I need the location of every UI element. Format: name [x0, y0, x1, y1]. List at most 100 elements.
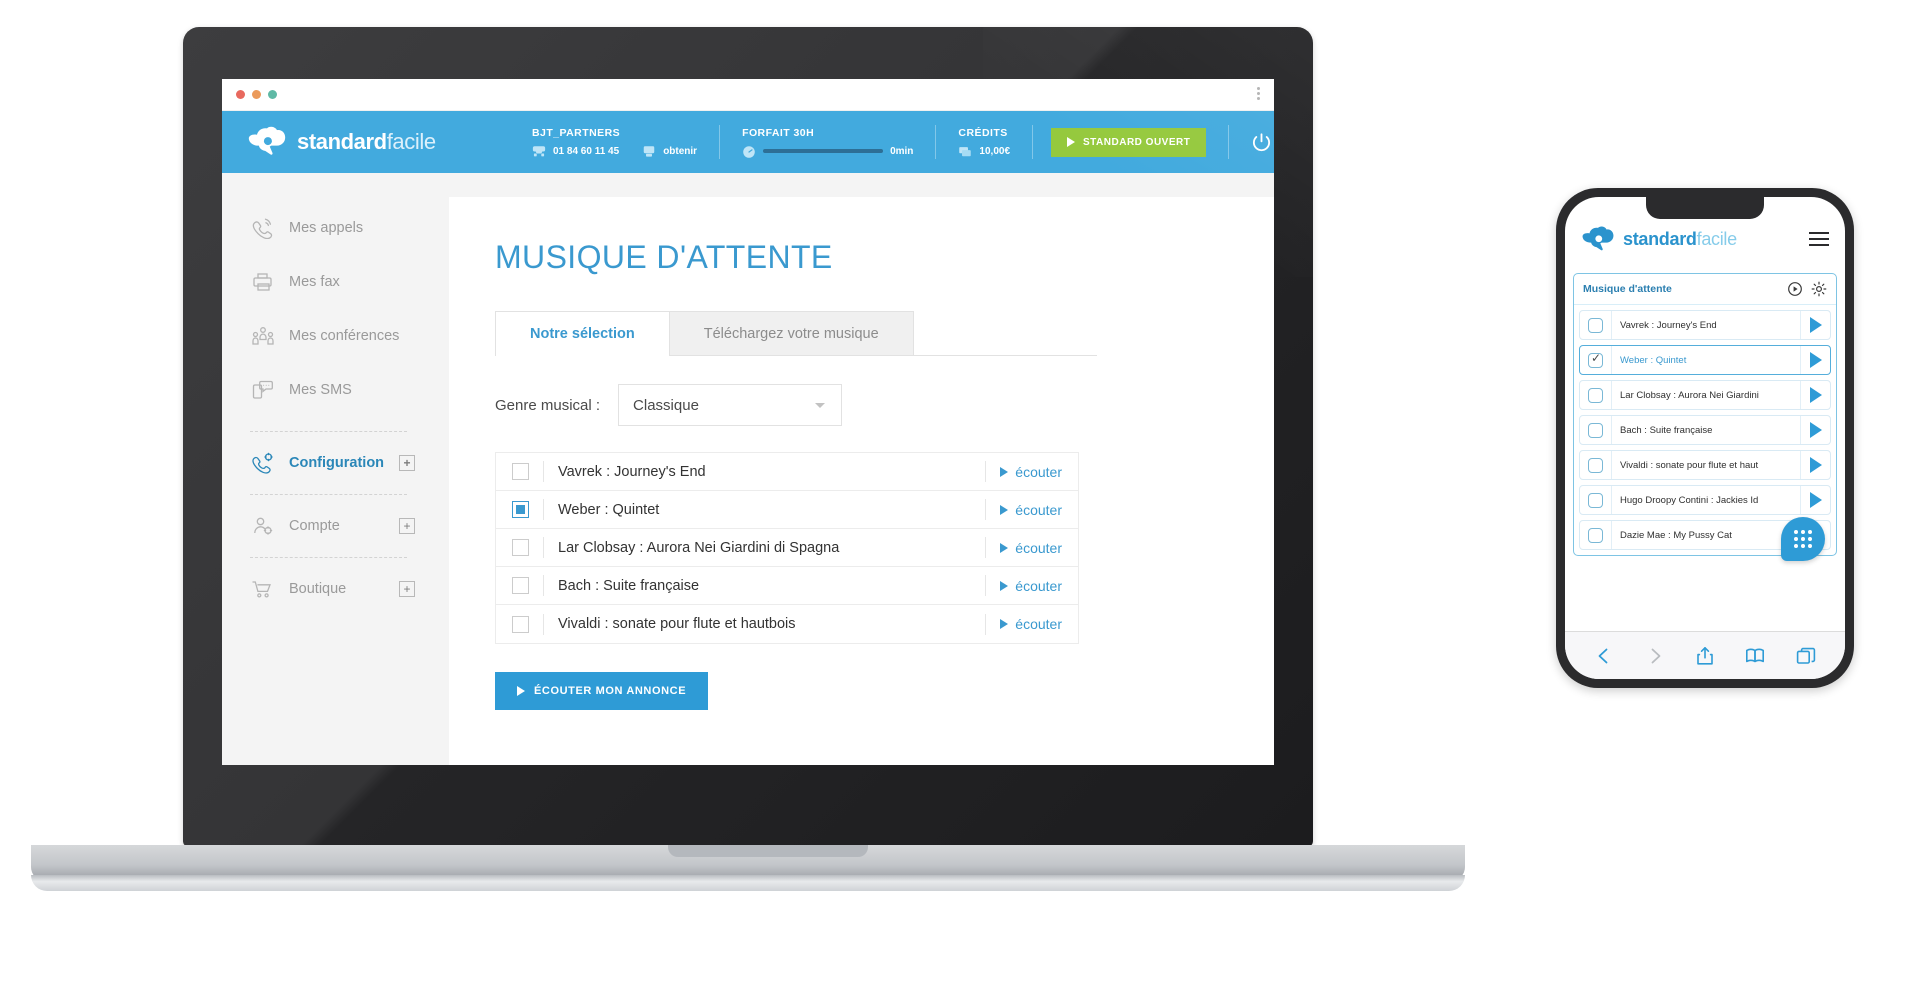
- phone-panel-header: Musique d'attente: [1574, 274, 1836, 305]
- play-triangle-icon: [1000, 504, 1009, 515]
- header-plan-block: FORFAIT 30H 0min: [720, 127, 935, 158]
- table-row[interactable]: Lar Clobsay : Aurora Nei Giardini di Spa…: [496, 529, 1078, 567]
- sidebar-item-mes-fax[interactable]: Mes fax: [222, 255, 427, 309]
- plan-usage-bar: [763, 149, 884, 153]
- expand-icon[interactable]: +: [399, 455, 415, 471]
- primary-button-label: ÉCOUTER MON ANNONCE: [534, 685, 687, 697]
- row-divider: [543, 499, 544, 520]
- track-checkbox[interactable]: [512, 501, 529, 518]
- track-checkbox[interactable]: [1588, 527, 1603, 543]
- forward-arrow-icon[interactable]: [1644, 645, 1666, 667]
- logo-bold-text: standard: [297, 129, 387, 154]
- phone-logo-bold-text: standard: [1623, 228, 1697, 249]
- list-item[interactable]: Lar Clobsay : Aurora Nei Giardini: [1579, 380, 1831, 410]
- sidebar-item-configuration[interactable]: Configuration +: [222, 436, 427, 490]
- share-icon[interactable]: [1694, 645, 1716, 667]
- bookmarks-icon[interactable]: [1744, 645, 1766, 667]
- phone-notch: [1646, 197, 1764, 219]
- header-divider-4: [1228, 125, 1230, 159]
- table-row[interactable]: Bach : Suite française écouter: [496, 567, 1078, 605]
- genre-filter-label: Genre musical :: [495, 396, 601, 414]
- expand-icon[interactable]: +: [399, 581, 415, 597]
- track-checkbox[interactable]: [512, 615, 529, 633]
- dialpad-icon[interactable]: [1781, 517, 1825, 561]
- track-checkbox[interactable]: [1588, 317, 1603, 333]
- play-button[interactable]: [1800, 486, 1830, 514]
- track-checkbox[interactable]: [1588, 457, 1603, 473]
- tabs-icon[interactable]: [1795, 645, 1817, 667]
- play-button[interactable]: [1800, 311, 1830, 339]
- sidebar-item-mes-appels[interactable]: Mes appels: [222, 201, 427, 255]
- track-name: Lar Clobsay : Aurora Nei Giardini di Spa…: [558, 539, 840, 556]
- obtain-link[interactable]: obtenir: [663, 146, 697, 157]
- printer-icon: [250, 271, 276, 293]
- track-checkbox[interactable]: [512, 539, 529, 556]
- plan-title: FORFAIT 30H: [742, 126, 815, 139]
- listen-button[interactable]: écouter: [1000, 616, 1062, 632]
- power-icon[interactable]: [1251, 132, 1272, 153]
- play-button[interactable]: [1800, 416, 1830, 444]
- gauge-icon: [742, 145, 756, 158]
- standard-open-button[interactable]: STANDARD OUVERT: [1051, 127, 1207, 157]
- listen-label: écouter: [1015, 463, 1062, 480]
- list-item[interactable]: Bach : Suite française: [1579, 415, 1831, 445]
- standard-open-label: STANDARD OUVERT: [1083, 136, 1191, 148]
- track-checkbox[interactable]: [1588, 351, 1603, 368]
- track-name: Weber : Quintet: [558, 501, 660, 518]
- tab-notre-selection[interactable]: Notre sélection: [495, 311, 670, 356]
- table-row[interactable]: Vavrek : Journey's End écouter: [496, 453, 1078, 491]
- track-checkbox[interactable]: [1588, 422, 1603, 438]
- play-button[interactable]: [1800, 451, 1830, 479]
- gear-icon[interactable]: [1811, 281, 1827, 297]
- track-checkbox[interactable]: [512, 463, 529, 480]
- user-gear-icon: [250, 515, 276, 537]
- safari-toolbar: [1565, 631, 1845, 679]
- tab-telechargez-votre-musique[interactable]: Téléchargez votre musique: [669, 311, 914, 356]
- back-arrow-icon[interactable]: [1593, 645, 1615, 667]
- listen-label: écouter: [1015, 616, 1062, 632]
- track-checkbox[interactable]: [1588, 492, 1603, 508]
- row-divider: [985, 499, 987, 520]
- minimize-icon[interactable]: [252, 90, 261, 99]
- play-button[interactable]: [1800, 381, 1830, 409]
- genre-select[interactable]: Classique: [618, 384, 843, 426]
- row-divider: [985, 575, 987, 596]
- track-name: Dazie Mae : My Pussy Cat: [1620, 529, 1732, 541]
- list-item[interactable]: Vivaldi : sonate pour flute et haut: [1579, 450, 1831, 480]
- sidebar-item-mes-conferences[interactable]: Mes conférences: [222, 309, 427, 363]
- sidebar-item-label: Mes fax: [289, 274, 340, 290]
- play-circle-icon[interactable]: [1787, 281, 1803, 297]
- phone-device: standardfacile Musique d'attente Vavrek …: [1556, 188, 1854, 688]
- listen-my-announcement-button[interactable]: ÉCOUTER MON ANNONCE: [495, 672, 709, 710]
- phone-gear-icon: [250, 452, 276, 474]
- track-checkbox[interactable]: [1588, 387, 1603, 403]
- table-row[interactable]: Vivaldi : sonate pour flute et hautbois …: [496, 605, 1078, 643]
- list-item[interactable]: Vavrek : Journey's End: [1579, 310, 1831, 340]
- listen-button[interactable]: écouter: [1000, 540, 1062, 556]
- listen-button[interactable]: écouter: [1000, 578, 1062, 594]
- list-item[interactable]: Hugo Droopy Contini : Jackies Id: [1579, 485, 1831, 515]
- screenshot-stage: standardfacile BJT_PARTNERS 01 84 60 11 …: [0, 0, 1920, 994]
- phone-screen: standardfacile Musique d'attente Vavrek …: [1565, 197, 1845, 679]
- sidebar-item-boutique[interactable]: Boutique +: [222, 562, 427, 616]
- expand-icon[interactable]: +: [399, 518, 415, 534]
- table-row[interactable]: Weber : Quintet écouter: [496, 491, 1078, 529]
- app-logo[interactable]: standardfacile: [247, 126, 482, 158]
- play-triangle-icon: [1809, 387, 1822, 403]
- track-checkbox[interactable]: [512, 577, 529, 594]
- list-item[interactable]: Weber : Quintet: [1579, 345, 1831, 375]
- sidebar-item-label: Mes appels: [289, 220, 364, 236]
- listen-button[interactable]: écouter: [1000, 464, 1062, 480]
- listen-button[interactable]: écouter: [1000, 502, 1062, 518]
- obtain-icon: [642, 145, 656, 158]
- sidebar-item-mes-sms[interactable]: Mes SMS: [222, 363, 427, 417]
- track-name: Weber : Quintet: [1620, 354, 1687, 366]
- maximize-icon[interactable]: [268, 90, 277, 99]
- play-button[interactable]: [1800, 346, 1830, 374]
- hamburger-icon[interactable]: [1809, 232, 1829, 246]
- window-controls[interactable]: [236, 90, 277, 99]
- sidebar-item-compte[interactable]: Compte +: [222, 499, 427, 553]
- kebab-menu-icon[interactable]: [1257, 87, 1260, 100]
- track-name: Vivaldi : sonate pour flute et haut: [1620, 459, 1759, 471]
- close-icon[interactable]: [236, 90, 245, 99]
